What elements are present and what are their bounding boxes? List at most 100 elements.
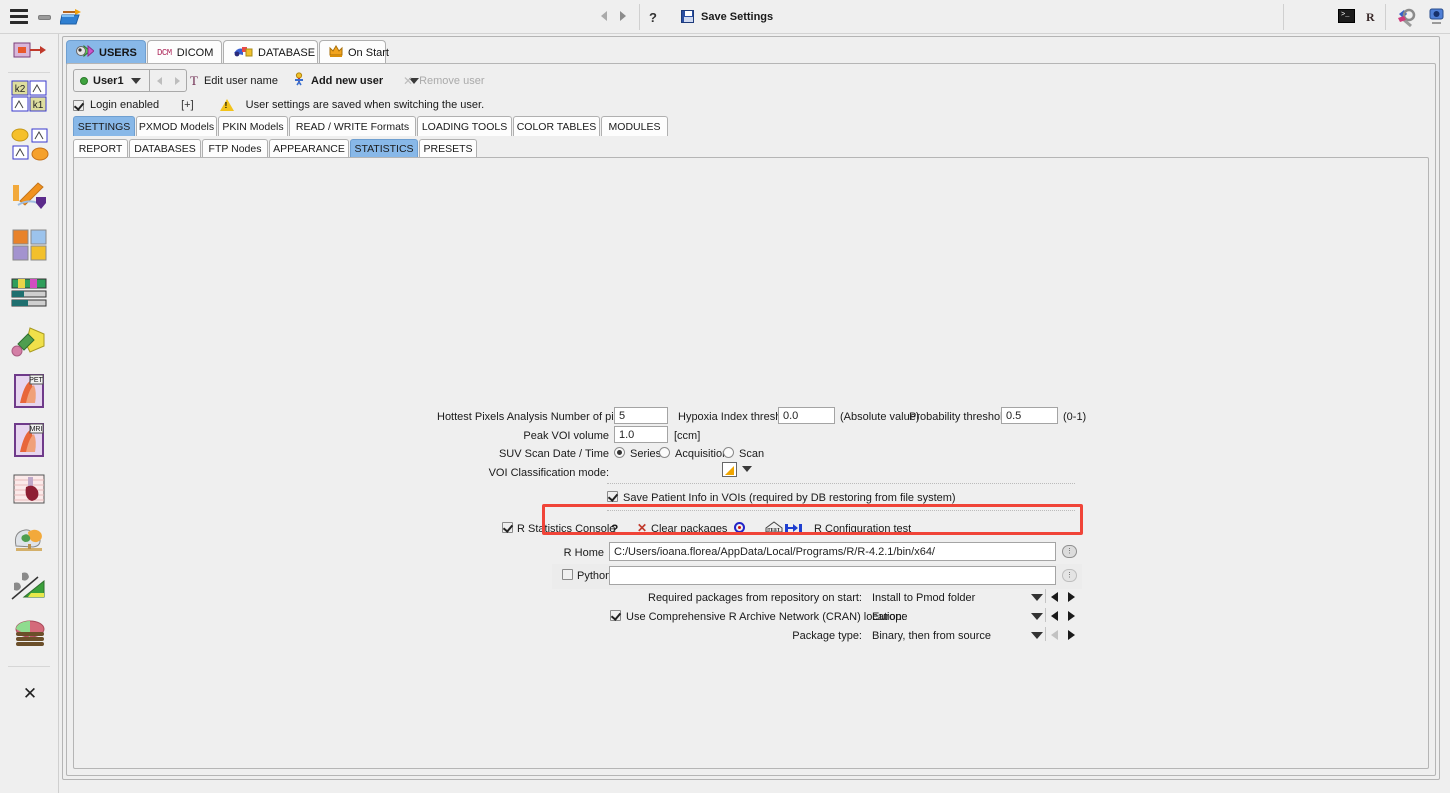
python-checkbox[interactable] — [562, 569, 573, 580]
tab-database[interactable]: DATABASE — [223, 40, 318, 64]
hottest-pixels-input[interactable] — [614, 407, 668, 424]
terminal-icon[interactable]: >_ — [1338, 9, 1355, 23]
database-icon — [233, 45, 253, 61]
close-rail-icon[interactable]: ✕ — [8, 674, 52, 714]
package-type-next-icon[interactable] — [1068, 630, 1075, 640]
peak-voi-volume-input[interactable] — [614, 426, 668, 443]
python-label: Python — [577, 570, 612, 582]
required-packages-next-icon[interactable] — [1068, 592, 1075, 602]
r-target-icon[interactable] — [734, 522, 745, 533]
help-button[interactable]: ? — [649, 10, 657, 25]
tab-users[interactable]: USERS — [66, 40, 146, 64]
curve-fitting-tool-icon[interactable] — [8, 175, 52, 215]
save-patient-info-checkbox[interactable] — [607, 491, 618, 502]
tab-dicom[interactable]: DCM DICOM — [147, 40, 222, 64]
tab-ftp-nodes[interactable]: FTP Nodes — [202, 139, 268, 158]
required-packages-prev-icon[interactable] — [1051, 592, 1058, 602]
expand-toggle[interactable]: [+] — [181, 99, 194, 111]
login-enabled-checkbox[interactable] — [73, 99, 84, 111]
r-help-button[interactable]: ? — [611, 522, 618, 536]
suv-option-acquisition-radio[interactable] — [659, 447, 670, 458]
compartment-model-tool-icon[interactable] — [8, 126, 52, 166]
prev-user-icon[interactable] — [156, 76, 162, 85]
top-toolbar: ? Save Settings >_ R — [0, 0, 1450, 34]
tab-report[interactable]: REPORT — [73, 139, 128, 158]
analysis-tool-icon[interactable] — [8, 567, 52, 607]
peak-voi-unit-label: [ccm] — [674, 430, 701, 442]
next-user-icon[interactable] — [174, 76, 180, 85]
r-home-input[interactable] — [609, 542, 1056, 561]
r-console-icon[interactable]: R — [1366, 10, 1375, 25]
back-arrow-icon[interactable] — [601, 11, 612, 23]
tab-read-write-formats[interactable]: READ / WRITE Formats — [289, 116, 416, 136]
python-browse-button[interactable]: ⋮ — [1062, 569, 1077, 582]
save-settings-button[interactable]: Save Settings — [701, 11, 773, 23]
r-home-label: R Home — [563, 547, 604, 559]
statistics-settings-card: Hottest Pixels Analysis Number of pixels… — [73, 157, 1429, 769]
r-home-browse-button[interactable]: ⋮ — [1062, 545, 1077, 558]
pet-viewer-tool-icon[interactable]: PET — [8, 371, 52, 411]
user-spinner-group[interactable] — [149, 69, 187, 92]
brain-tool-icon[interactable] — [8, 518, 52, 558]
clear-packages-button[interactable]: Clear packages — [651, 523, 727, 535]
forward-arrow-icon[interactable] — [620, 11, 631, 23]
required-packages-value[interactable]: Install to Pmod folder — [872, 592, 975, 604]
segmentation-tool-icon[interactable] — [8, 322, 52, 362]
suv-option-scan-radio[interactable] — [723, 447, 734, 458]
tab-pxmod-models-label: PXMOD Models — [138, 120, 215, 133]
fusion-tool-icon[interactable] — [8, 224, 52, 264]
svg-text:MRI: MRI — [30, 426, 43, 433]
open-folder-icon[interactable] — [59, 6, 84, 28]
tab-presets[interactable]: PRESETS — [419, 139, 477, 158]
r-statistics-console-checkbox[interactable] — [502, 522, 513, 533]
stack-tool-icon[interactable] — [8, 616, 52, 656]
user-select-dropdown[interactable]: User1 — [73, 69, 149, 92]
tab-loading-tools-label: LOADING TOOLS — [421, 120, 508, 133]
python-path-input[interactable] — [609, 566, 1056, 585]
r-configuration-test-button[interactable]: R Configuration test — [814, 523, 911, 535]
tools-icon[interactable] — [1396, 6, 1420, 28]
cran-prev-icon[interactable] — [1051, 611, 1058, 621]
capture-icon[interactable] — [1428, 6, 1446, 26]
tab-pxmod-models[interactable]: PXMOD Models — [136, 116, 217, 136]
tab-pkin-models[interactable]: PKIN Models — [218, 116, 288, 136]
clear-packages-x-icon[interactable]: ✕ — [637, 521, 647, 535]
add-new-user-button[interactable]: Add new user — [293, 69, 420, 92]
remove-user-x-icon: ✕ — [403, 73, 414, 88]
suv-option-series-radio[interactable] — [614, 447, 625, 458]
suv-option-scan-label: Scan — [739, 448, 765, 460]
tab-presets-label: PRESETS — [423, 143, 473, 155]
tab-color-tables[interactable]: COLOR TABLES — [513, 116, 600, 136]
k2-k1-model-tool-icon[interactable]: k2 k1 — [8, 77, 52, 117]
tab-statistics[interactable]: STATISTICS — [350, 139, 418, 158]
tab-databases[interactable]: DATABASES — [129, 139, 201, 158]
tab-database-label: DATABASE — [258, 46, 316, 59]
cardiac-tool-icon[interactable] — [8, 469, 52, 509]
tab-on-start[interactable]: On Start — [319, 40, 389, 64]
edit-user-name-button[interactable]: T Edit user name — [190, 69, 278, 92]
color-tables-tool-icon[interactable] — [8, 273, 52, 313]
package-type-chevron-down-icon[interactable] — [1031, 632, 1043, 639]
suv-option-series-label: Series — [630, 448, 662, 460]
required-packages-chevron-down-icon[interactable] — [1031, 594, 1043, 601]
tab-modules[interactable]: MODULES — [601, 116, 668, 136]
tab-loading-tools[interactable]: LOADING TOOLS — [417, 116, 512, 136]
hypoxia-index-input[interactable] — [778, 407, 835, 424]
cran-location-value[interactable]: Europe — [872, 611, 907, 623]
minimize-icon[interactable] — [38, 15, 51, 20]
voi-classification-chevron-down-icon[interactable] — [742, 466, 752, 472]
r-configuration-test-icon[interactable]: TEST — [764, 520, 806, 538]
tab-settings[interactable]: SETTINGS — [73, 116, 135, 136]
edit-user-name-label: Edit user name — [203, 74, 278, 87]
voi-classification-mode-button[interactable] — [722, 462, 737, 477]
mri-viewer-tool-icon[interactable]: MRI — [8, 420, 52, 460]
tab-appearance[interactable]: APPEARANCE — [269, 139, 349, 158]
cran-chevron-down-icon[interactable] — [1031, 613, 1043, 620]
cran-next-icon[interactable] — [1068, 611, 1075, 621]
hamburger-menu-icon[interactable] — [10, 9, 28, 25]
cran-checkbox[interactable] — [610, 610, 621, 621]
kinetic-modeling-tool-icon[interactable] — [8, 34, 52, 74]
save-icon[interactable] — [681, 10, 694, 23]
probability-threshold-input[interactable] — [1001, 407, 1058, 424]
package-type-value[interactable]: Binary, then from source — [872, 630, 991, 642]
